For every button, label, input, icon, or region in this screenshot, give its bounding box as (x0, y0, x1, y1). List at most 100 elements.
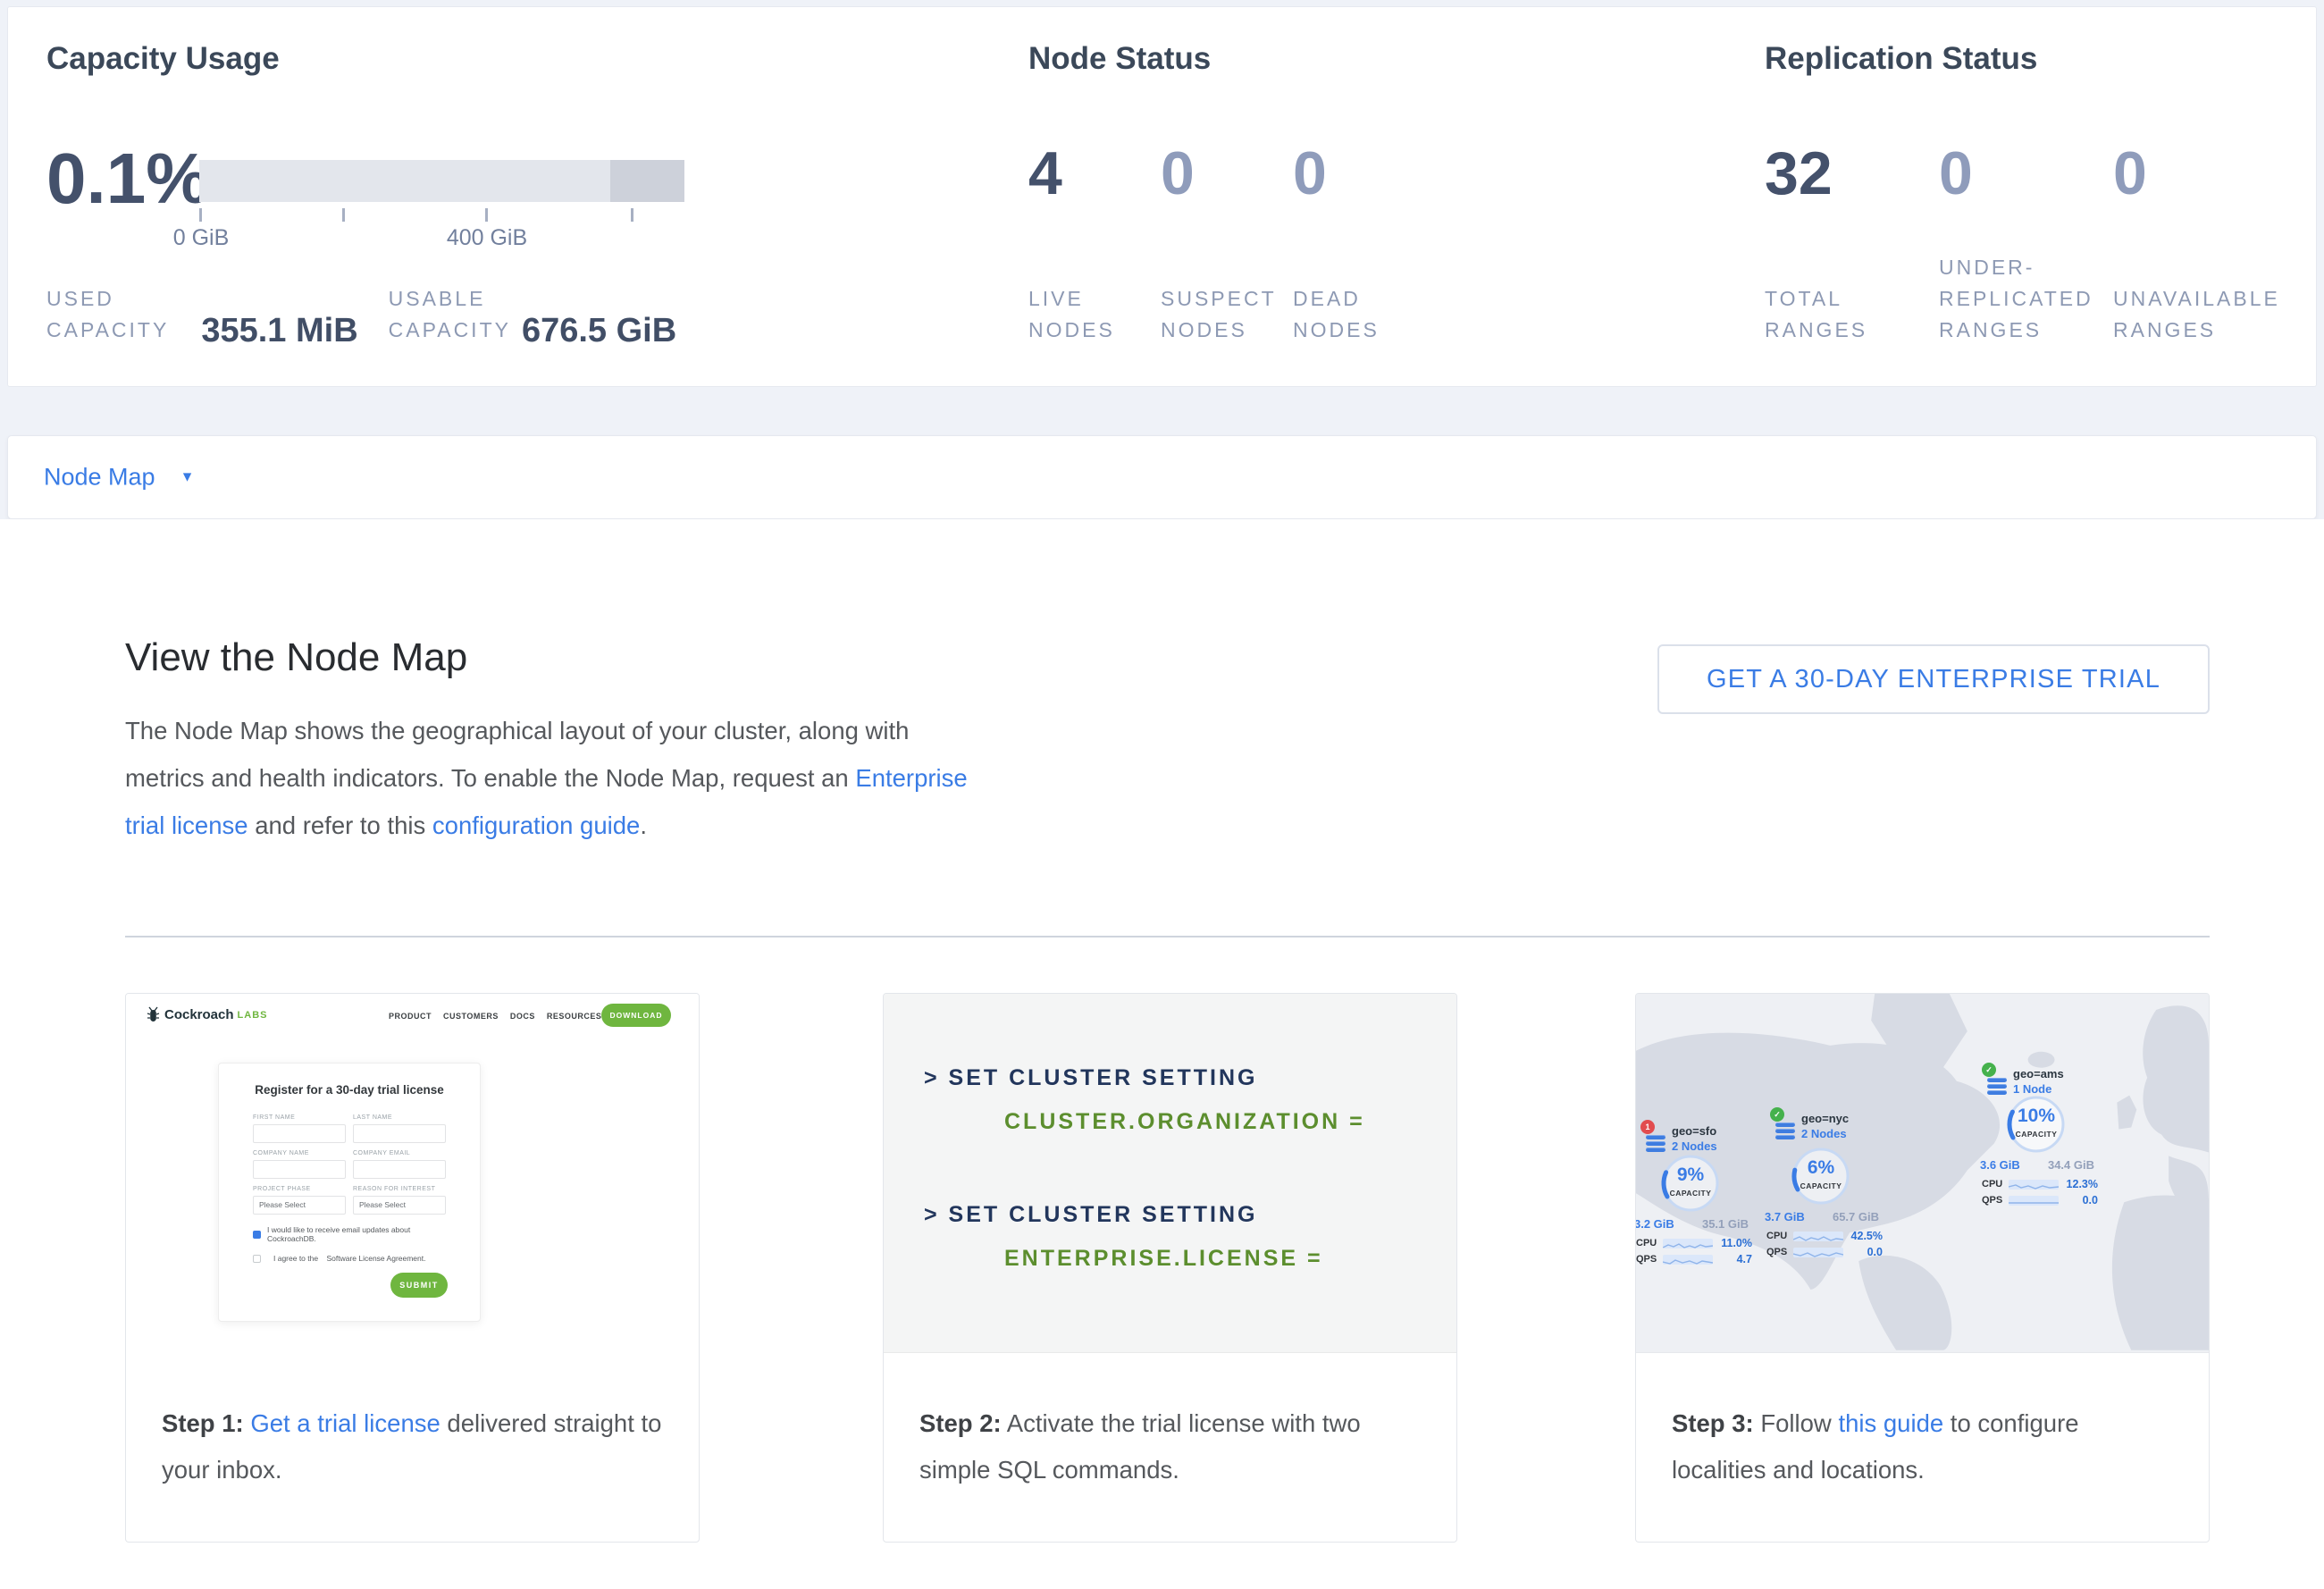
trial-registration-form: Register for a 30-day trial license FIRS… (218, 1063, 481, 1322)
nodes-stack-icon (1987, 1078, 2007, 1097)
cluster-overview-page: Capacity Usage 0.1% 0 GiB 400 GiB USED C… (0, 0, 2324, 1589)
nodes-stack-icon (1646, 1135, 1665, 1154)
sql-setting: ENTERPRISE.LICENSE = (1004, 1246, 1456, 1272)
node-map-view-dropdown[interactable]: Node Map ▼ (44, 464, 194, 492)
sparkline (1793, 1232, 1843, 1241)
locality-name: geo=ams (2013, 1067, 2064, 1080)
nyc-qps-metric: QPS 0.0 (1766, 1246, 1883, 1258)
used-capacity-label: USED CAPACITY (46, 283, 169, 346)
ams-capacity-gauge: 10% CAPACITY (2006, 1094, 2067, 1155)
total-ranges-label: TOTAL RANGES (1765, 283, 1939, 346)
select-field: Please Select (253, 1196, 346, 1215)
description-text: . (640, 811, 647, 839)
world-map-graphic (1636, 994, 2209, 1350)
unavailable-ranges-count: 0 (2113, 141, 2287, 206)
description-text: The Node Map shows the geographical layo… (125, 717, 909, 792)
sql-statement: > SET CLUSTER SETTING (924, 1202, 1456, 1228)
capacity-axis-tick (485, 208, 488, 222)
ams-capacity-range: 3.6 GiB 34.4 GiB (1980, 1158, 2094, 1172)
configuration-guide-link[interactable]: configuration guide (432, 811, 640, 839)
registration-site-screenshot: Cockroach LABS PRODUCT CUSTOMERS DOCS RE… (126, 994, 699, 1353)
sfo-qps-metric: QPS 4.7 (1636, 1253, 1752, 1265)
capacity-bar-reserved-segment (610, 160, 684, 202)
text-field (353, 1160, 446, 1179)
suspect-nodes-count: 0 (1161, 141, 1293, 206)
get-trial-license-link[interactable]: Get a trial license (250, 1409, 440, 1437)
node-map-screenshot: 1 geo=sfo 2 Nodes 9% CAPACITY (1636, 994, 2209, 1353)
section-description: The Node Map shows the geographical layo… (125, 707, 974, 849)
capacity-axis-label: 0 GiB (130, 225, 273, 251)
used-capacity-value: 355.1 MiB (201, 315, 357, 346)
step-1-card: Cockroach LABS PRODUCT CUSTOMERS DOCS RE… (125, 993, 700, 1543)
node-status-title: Node Status (1028, 41, 1211, 77)
node-map-promo-section: View the Node Map The Node Map shows the… (0, 519, 2324, 1589)
text-field (253, 1160, 346, 1179)
field-label: COMPANY EMAIL (353, 1150, 446, 1156)
capacity-bar (199, 160, 684, 202)
cockroach-labs-logo: Cockroach LABS (147, 1006, 267, 1023)
select-field: Please Select (353, 1196, 446, 1215)
submit-pill-button: SUBMIT (390, 1273, 448, 1298)
sfo-capacity-range: 3.2 GiB 35.1 GiB (1636, 1217, 1749, 1231)
license-agreement-link: Software License Agreement. (326, 1254, 425, 1263)
total-ranges-count: 32 (1765, 141, 1939, 206)
sql-terminal-screenshot: > SET CLUSTER SETTING CLUSTER.ORGANIZATI… (884, 994, 1456, 1353)
warning-badge: 1 (1640, 1120, 1655, 1134)
suspect-nodes-label: SUSPECT NODES (1161, 283, 1293, 346)
nav-item: DOCS (510, 1012, 535, 1021)
nav-item: PRODUCT (389, 1012, 432, 1021)
checkbox-label: I would like to receive email updates ab… (267, 1225, 446, 1243)
nyc-capacity-range: 3.7 GiB 65.7 GiB (1765, 1210, 1879, 1223)
sql-setting: CLUSTER.ORGANIZATION = (1004, 1109, 1456, 1135)
capacity-usage-title: Capacity Usage (46, 41, 280, 77)
ams-cpu-metric: CPU 12.3% (1982, 1178, 2098, 1190)
nav-item: RESOURCES (547, 1012, 602, 1021)
field-label: PROJECT PHASE (253, 1186, 346, 1192)
step-3-card: 1 geo=sfo 2 Nodes 9% CAPACITY (1635, 993, 2210, 1543)
cockroach-bug-icon (147, 1006, 160, 1023)
step-2-card: > SET CLUSTER SETTING CLUSTER.ORGANIZATI… (883, 993, 1457, 1543)
field-label: LAST NAME (353, 1114, 446, 1121)
brand-suffix: LABS (238, 1010, 268, 1021)
nyc-capacity-gauge: 6% CAPACITY (1791, 1146, 1851, 1206)
view-selector-bar: Node Map ▼ (7, 435, 2317, 519)
sparkline (1663, 1255, 1713, 1265)
replication-status-title: Replication Status (1765, 41, 2037, 77)
node-map-view-label: Node Map (44, 464, 155, 492)
description-text: and refer to this (248, 811, 432, 839)
locality-node-count: 2 Nodes (1672, 1139, 1717, 1153)
nav-item: CUSTOMERS (443, 1012, 499, 1021)
healthy-badge: ✓ (1982, 1063, 1996, 1077)
usable-capacity-label: USABLE CAPACITY (389, 283, 511, 346)
capacity-used-percent: 0.1% (46, 143, 209, 214)
checkbox-empty-icon (253, 1255, 261, 1263)
step-3-caption: Step 3: Follow this guide to configure l… (1672, 1400, 2178, 1493)
page-title: View the Node Map (125, 635, 467, 680)
usable-capacity-value: 676.5 GiB (522, 315, 676, 346)
brand-name: Cockroach (164, 1007, 234, 1022)
step-1-caption: Step 1: Get a trial license delivered st… (162, 1400, 668, 1493)
live-nodes-count: 4 (1028, 141, 1161, 206)
capacity-axis-tick (199, 208, 202, 222)
this-guide-link[interactable]: this guide (1838, 1409, 1943, 1437)
healthy-badge: ✓ (1770, 1107, 1784, 1122)
sparkline (1663, 1239, 1713, 1248)
checkbox-label: I agree to the Software License Agreemen… (267, 1254, 426, 1263)
get-enterprise-trial-button[interactable]: GET A 30-DAY ENTERPRISE TRIAL (1657, 644, 2210, 714)
download-pill-button: DOWNLOAD (601, 1004, 671, 1027)
sql-statement: > SET CLUSTER SETTING (924, 1065, 1456, 1091)
unavailable-ranges-label: UNAVAILABLE RANGES (2113, 283, 2287, 346)
form-title: Register for a 30-day trial license (219, 1083, 480, 1097)
ams-qps-metric: QPS 0.0 (1982, 1194, 2098, 1206)
dead-nodes-count: 0 (1293, 141, 1425, 206)
section-divider (125, 936, 2210, 937)
live-nodes-label: LIVE NODES (1028, 283, 1161, 346)
dead-nodes-label: DEAD NODES (1293, 283, 1425, 346)
sparkline (2009, 1180, 2059, 1190)
capacity-axis-label: 400 GiB (415, 225, 558, 251)
nodes-stack-icon (1775, 1122, 1795, 1141)
chevron-down-icon: ▼ (180, 469, 195, 485)
locality-name: geo=nyc (1801, 1112, 1849, 1125)
checkbox-checked-icon (253, 1231, 261, 1239)
under-replicated-ranges-label: UNDER- REPLICATED RANGES (1939, 252, 2113, 346)
